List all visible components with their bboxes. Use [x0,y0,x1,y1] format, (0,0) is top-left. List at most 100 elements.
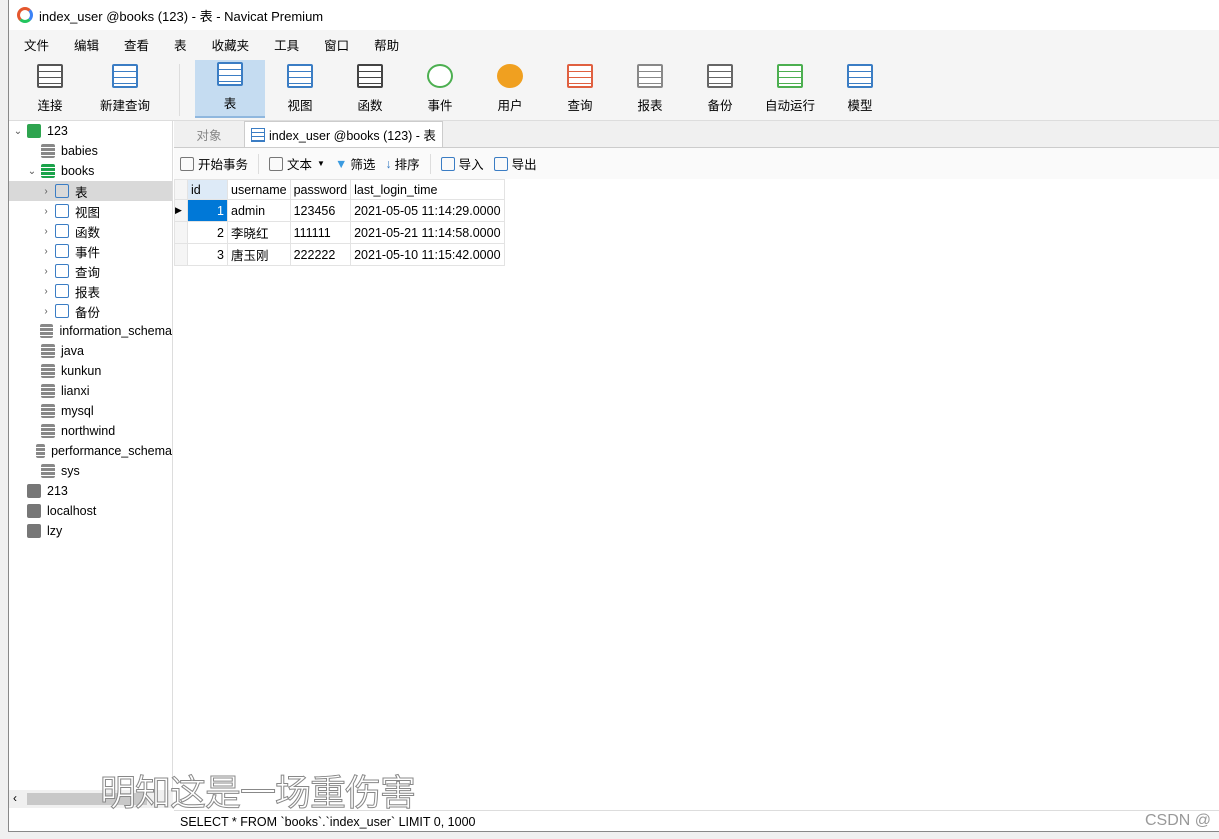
connection-tree[interactable]: ⌄ 123 babies ⌄ books › 表 › 视图 › 函数 › 事件 › 查询 › 报表 › 备份 info… [9,121,173,790]
tree-item[interactable]: 213 [9,481,172,501]
tree-item[interactable]: babies [9,141,172,161]
chevron-right-icon[interactable]: › [39,186,53,197]
tab-index-user[interactable]: index_user @books (123) - 表 [244,121,443,147]
table-row[interactable]: 3 唐玉刚 222222 2021-05-10 11:15:42.0000 [174,243,505,266]
tab-objects[interactable]: 对象 [174,121,244,147]
chevron-down-icon[interactable]: ⌄ [25,166,39,177]
tree-item[interactable]: java [9,341,172,361]
chevron-down-icon[interactable]: ⌄ [11,126,25,137]
export-button[interactable]: 导出 [493,154,537,173]
menu-item[interactable]: 编辑 [64,35,109,54]
tree-item[interactable]: ⌄ books [9,161,172,181]
import-button[interactable]: 导入 [440,154,484,173]
chevron-right-icon[interactable]: › [39,226,53,237]
tree-item[interactable]: northwind [9,421,172,441]
object-icon [55,224,69,238]
tree-item[interactable]: › 备份 [9,301,172,321]
table-row[interactable]: ▶ 1 admin 123456 2021-05-05 11:14:29.0000 [174,199,505,222]
begin-transaction-button[interactable]: 开始事务 [180,154,248,173]
filter-button[interactable]: ▼ 筛选 [335,154,375,173]
column-header[interactable]: id [187,179,228,200]
table-toolbar: 开始事务 文本 ▼ ▼ 筛选 ↓ 排序 导入 导出 [174,148,1219,179]
toolbar-view-button[interactable]: 视图 [265,60,335,118]
tree-item[interactable]: mysql [9,401,172,421]
cell-id[interactable]: 3 [187,243,228,266]
text-button[interactable]: 文本 ▼ [269,154,325,173]
connect-plug-icon [37,64,63,88]
cell-last_login_time[interactable]: 2021-05-21 11:14:58.0000 [350,221,505,244]
chevron-right-icon[interactable]: › [39,246,53,257]
tree-item[interactable]: localhost [9,501,172,521]
cell-username[interactable]: admin [227,199,291,222]
menu-item[interactable]: 帮助 [364,35,409,54]
toolbar-report-button[interactable]: 报表 [615,60,685,118]
database-icon [41,144,55,158]
tree-item[interactable]: ⌄ 123 [9,121,172,141]
scroll-left-icon[interactable]: ‹ [13,791,17,805]
menu-item[interactable]: 工具 [264,35,309,54]
menu-item[interactable]: 表 [164,35,197,54]
menu-item[interactable]: 窗口 [314,35,359,54]
table-row[interactable]: 2 李晓红 111111 2021-05-21 11:14:58.0000 [174,221,505,244]
cell-id[interactable]: 1 [187,199,228,222]
toolbar-connect-plug-button[interactable]: 连接 [15,60,85,118]
tree-item-label: 表 [75,185,88,200]
toolbar-function-button[interactable]: 函数 [335,60,405,118]
chevron-right-icon[interactable]: › [39,286,53,297]
column-header[interactable]: username [227,179,291,200]
row-marker[interactable] [174,243,188,266]
cell-last_login_time[interactable]: 2021-05-05 11:14:29.0000 [350,199,505,222]
cell-password[interactable]: 222222 [289,243,352,266]
toolbar-table-button[interactable]: 表 [195,60,265,118]
tree-item[interactable]: kunkun [9,361,172,381]
column-header[interactable]: last_login_time [350,179,505,200]
automation-icon [777,64,803,88]
tree-item[interactable]: lzy [9,521,172,541]
clock-icon [427,64,453,88]
tree-item[interactable]: › 报表 [9,281,172,301]
sort-icon: ↓ [385,156,392,171]
tree-item-label: 事件 [75,245,101,260]
toolbar-label: 函数 [357,99,383,113]
tree-item[interactable]: information_schema [9,321,172,341]
tree-item[interactable]: sys [9,461,172,481]
toolbar-user-button[interactable]: 用户 [475,60,545,118]
row-marker[interactable]: ▶ [174,199,188,222]
menu-item[interactable]: 文件 [14,35,59,54]
cell-username[interactable]: 唐玉刚 [227,243,291,266]
toolbar-query-button[interactable]: 查询 [545,60,615,118]
tree-item[interactable]: › 查询 [9,261,172,281]
cell-username[interactable]: 李晓红 [227,221,291,244]
tree-item[interactable]: lianxi [9,381,172,401]
export-icon [493,156,508,171]
toolbar-backup-button[interactable]: 备份 [685,60,755,118]
chevron-right-icon[interactable]: › [39,266,53,277]
sort-button[interactable]: ↓ 排序 [385,154,419,173]
object-icon [55,204,69,218]
menu-item[interactable]: 收藏夹 [202,35,260,54]
toolbar-clock-button[interactable]: 事件 [405,60,475,118]
tab-bar: 对象 index_user @books (123) - 表 [174,121,1219,148]
cell-last_login_time[interactable]: 2021-05-10 11:15:42.0000 [350,243,505,266]
data-grid[interactable]: id username password last_login_time ▶ 1 admin… [174,179,505,266]
column-header[interactable]: password [289,179,352,200]
tree-item[interactable]: › 视图 [9,201,172,221]
tree-item[interactable]: › 事件 [9,241,172,261]
tree-item[interactable]: › 函数 [9,221,172,241]
toolbar-automation-button[interactable]: 自动运行 [755,60,825,118]
database-icon [41,404,55,418]
cell-id[interactable]: 2 [187,221,228,244]
cell-password[interactable]: 111111 [289,221,352,244]
menu-item[interactable]: 查看 [114,35,159,54]
chevron-right-icon[interactable]: › [39,206,53,217]
tree-item[interactable]: performance_schema [9,441,172,461]
toolbar-new-query-button[interactable]: 新建查询 [90,60,160,118]
tree-item[interactable]: › 表 [9,181,172,201]
chevron-right-icon[interactable]: › [39,306,53,317]
cell-password[interactable]: 123456 [289,199,352,222]
row-marker[interactable] [174,221,188,244]
tree-item-label: 213 [47,484,68,498]
filter-icon: ▼ [334,156,348,171]
document-icon [269,156,284,171]
toolbar-model-button[interactable]: 模型 [825,60,895,118]
